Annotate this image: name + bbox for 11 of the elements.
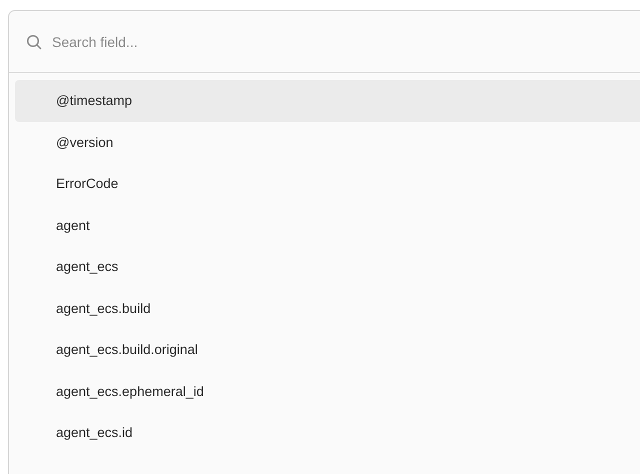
search-icon	[26, 34, 42, 50]
field-list-item[interactable]: agent_ecs	[15, 246, 640, 288]
field-list-item[interactable]: agent_ecs.build.original	[15, 329, 640, 370]
field-list-item[interactable]: agent	[15, 204, 640, 246]
field-list-item[interactable]: ErrorCode	[15, 163, 640, 204]
field-list-item[interactable]: agent_ecs.id	[15, 412, 640, 454]
field-list-item[interactable]: agent_ecs.ephemeral_id	[15, 370, 640, 412]
search-field[interactable]: Search field...	[52, 34, 452, 50]
field-list-item[interactable]: agent_ecs.build	[15, 288, 640, 329]
field-list-item[interactable]: @timestamp	[15, 80, 640, 122]
field-list-item[interactable]: @version	[15, 122, 640, 163]
